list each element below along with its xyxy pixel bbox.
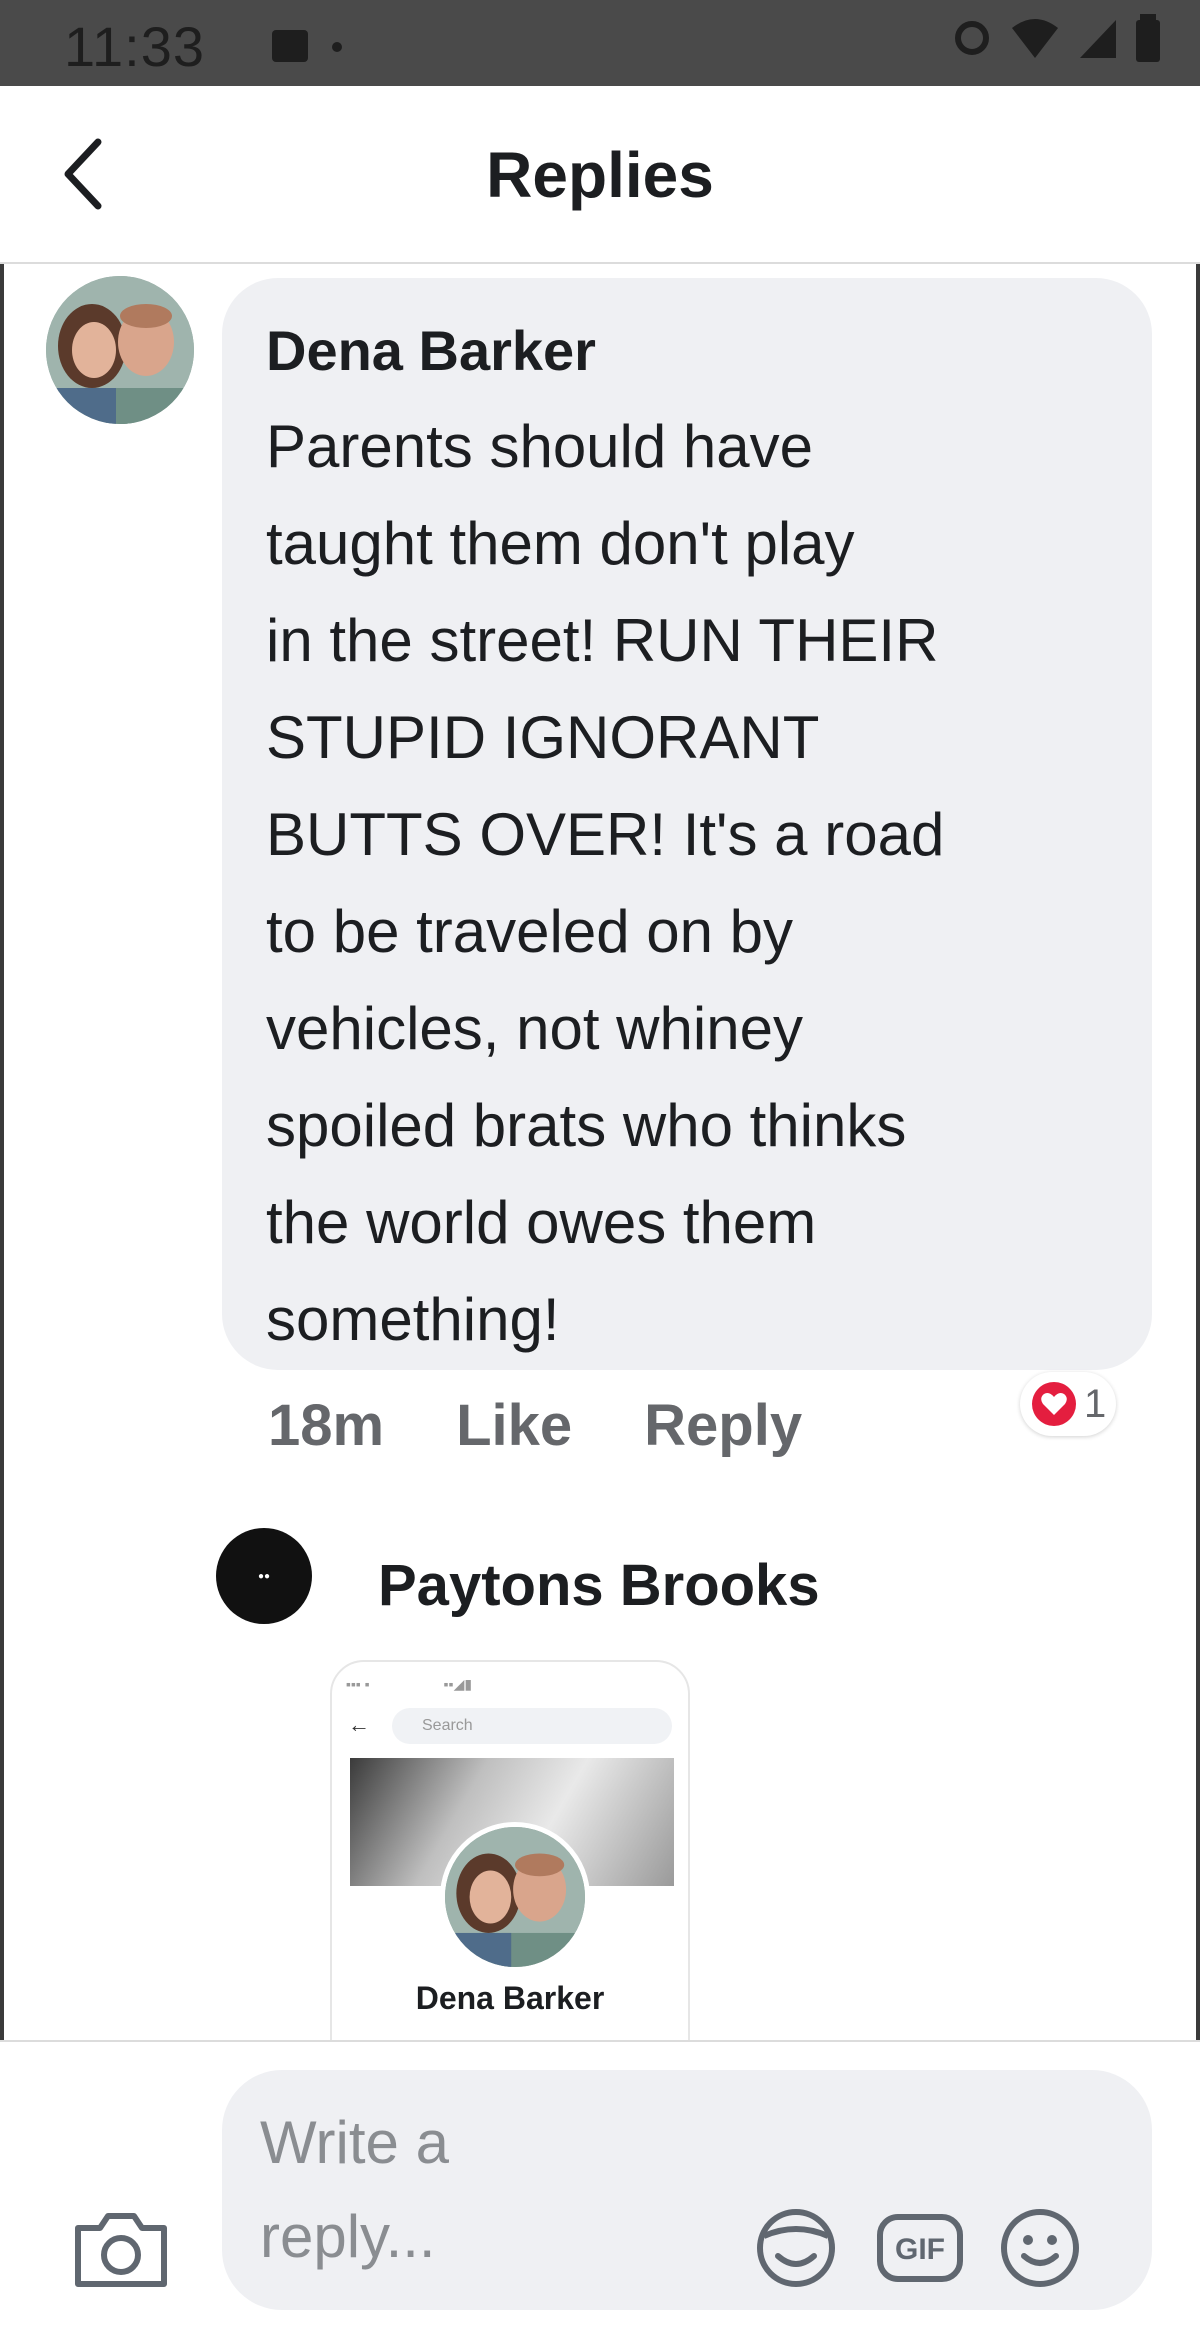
status-bar: 11:33 <box>0 0 1200 86</box>
svg-text:GIF: GIF <box>895 2233 945 2266</box>
sticker-icon[interactable] <box>750 2206 842 2290</box>
composer-icons: GIF <box>750 2206 1082 2290</box>
mini-profile-name: Dena Barker <box>415 1980 605 2016</box>
notification-icon <box>272 30 308 62</box>
like-button[interactable]: Like <box>456 1392 572 1459</box>
comment-text: Parents should have taught them don't pl… <box>266 413 945 1353</box>
mini-avatar <box>440 1822 590 1972</box>
battery-icon <box>1136 14 1160 62</box>
reply-avatar[interactable]: ●● <box>216 1528 312 1624</box>
mini-status-bar: ▪▪▪ ▪ ▪▪◢▮ <box>346 1676 473 1692</box>
notification-dot-icon <box>332 42 342 52</box>
comment-author[interactable]: Dena Barker <box>266 316 1112 386</box>
mini-search-field: Search <box>392 1708 672 1744</box>
reply-button[interactable]: Reply <box>644 1392 802 1459</box>
reaction-count: 1 <box>1084 1381 1107 1426</box>
page-title: Replies <box>486 139 714 211</box>
emoji-icon[interactable] <box>998 2206 1082 2290</box>
avatar-photo <box>46 276 194 424</box>
reply-composer: Write a reply... GIF <box>0 2040 1200 2329</box>
avatar[interactable] <box>46 276 194 424</box>
signal-icon <box>1080 20 1116 58</box>
camera-icon[interactable] <box>70 2204 172 2292</box>
replies-header: Replies <box>0 86 1200 264</box>
wifi-icon <box>1012 19 1058 58</box>
reply-attachment-image[interactable]: ▪▪▪ ▪ ▪▪◢▮ ← Search Dena Barker <box>330 1660 690 2064</box>
gif-icon[interactable]: GIF <box>876 2213 964 2283</box>
comment-timestamp: 18m <box>268 1393 385 1458</box>
mini-avatar-photo <box>445 1827 585 1967</box>
reply-author[interactable]: Paytons Brooks <box>378 1552 820 1619</box>
status-time: 11:33 <box>64 15 205 78</box>
reply-avatar-glyph: ●● <box>257 1570 271 1582</box>
reaction-badge[interactable]: 1 <box>1020 1372 1117 1436</box>
mini-back-icon: ← <box>348 1712 370 1737</box>
heart-reaction-icon <box>1032 1382 1076 1426</box>
status-icons <box>952 14 1160 62</box>
data-saver-icon <box>955 21 989 55</box>
comment-bubble[interactable]: Dena Barker Parents should have taught t… <box>222 278 1152 1370</box>
comment-actions: 18m Like Reply <box>268 1392 802 1459</box>
